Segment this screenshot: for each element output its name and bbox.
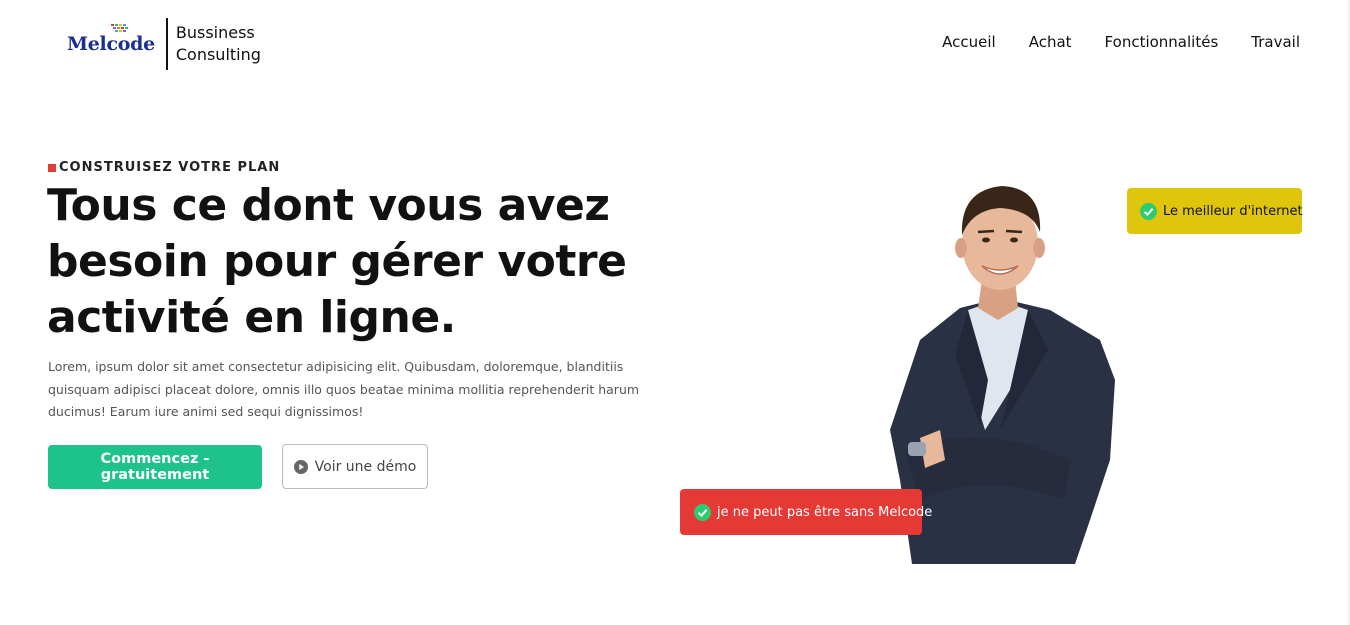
hero-eyebrow: CONSTRUISEZ VOTRE PLAN [48,160,280,175]
nav-item-fonctionnalites[interactable]: Fonctionnalités [1105,33,1219,51]
logo-pixels-icon [111,24,128,32]
badge-top-text: Le meilleur d'internet [1163,203,1303,219]
start-free-button[interactable]: Commencez - gratuitement [48,445,262,489]
logo-brand: Melcode [67,33,155,55]
nav-item-achat[interactable]: Achat [1029,33,1072,51]
nav-item-accueil[interactable]: Accueil [942,33,996,51]
eyebrow-text: CONSTRUISEZ VOTRE PLAN [59,160,281,175]
play-circle-icon [293,459,308,474]
logo-tagline: Bussiness Consulting [176,22,261,66]
badge-bottom-text: je ne peut pas être sans Melcode [717,504,933,520]
watch-demo-label: Voir une démo [314,458,417,475]
nav-item-travail[interactable]: Travail [1251,33,1300,51]
check-circle-icon [694,503,711,521]
hero-lead: Lorem, ipsum dolor sit amet consectetur … [48,359,640,419]
logo-tagline-line1: Bussiness [175,23,255,42]
logo-divider [165,18,168,70]
watch-demo-button[interactable]: Voir une démo [282,444,428,489]
main-nav: Accueil Achat Fonctionnalités Travail [942,33,1300,51]
logo-mark: Melcode [67,24,155,55]
logo[interactable]: Melcode Bussiness Consulting [67,18,261,70]
hero-headline: Tous ce dont vous avez besoin pour gérer… [47,180,627,343]
badge-best-of-internet: Le meilleur d'internet [1127,188,1303,234]
eyebrow-square-icon [48,163,56,172]
check-circle-icon [1140,202,1157,220]
badge-cant-without-melcode: je ne peut pas être sans Melcode [680,489,932,535]
logo-tagline-line2: Consulting [175,45,261,64]
